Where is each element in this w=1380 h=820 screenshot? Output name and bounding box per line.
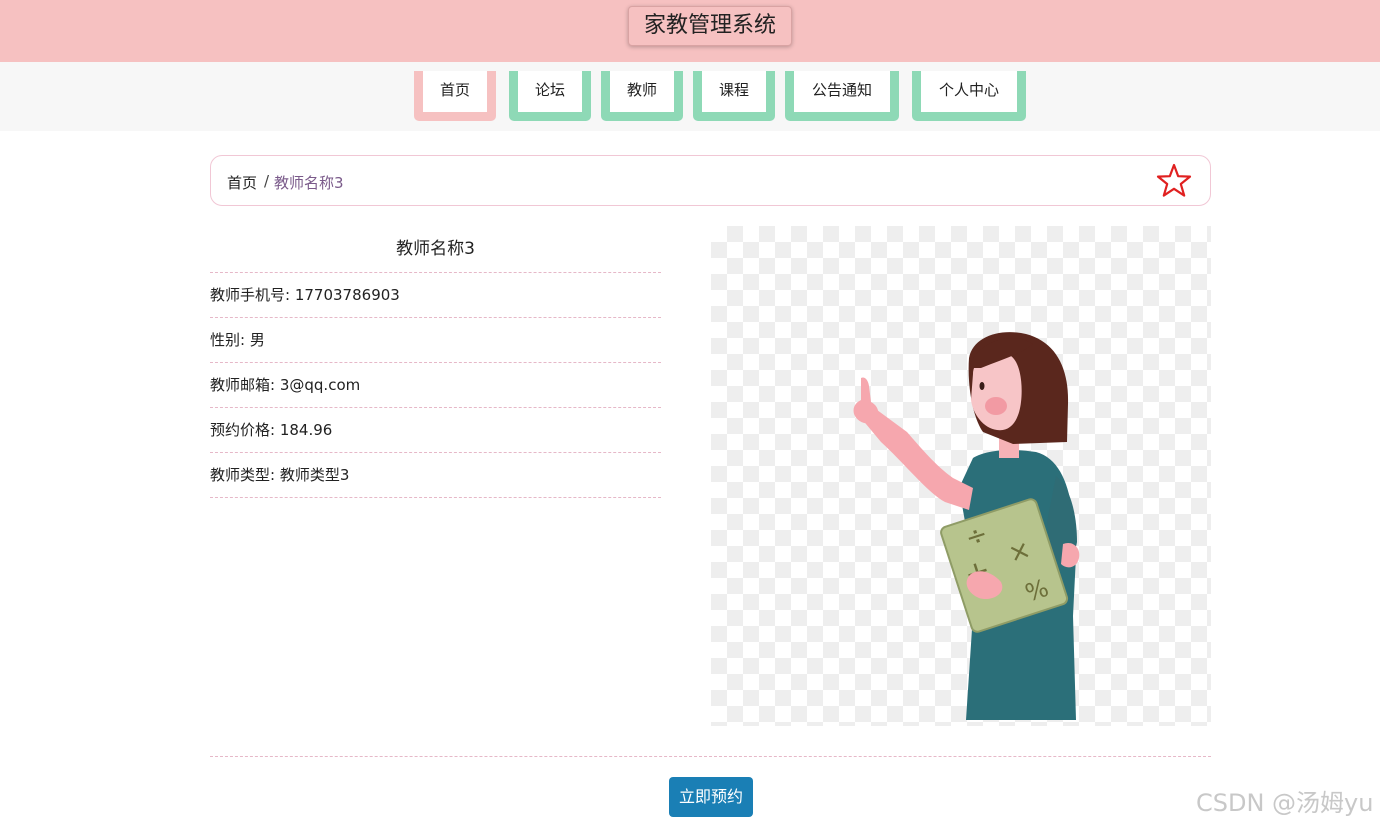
teacher-info-panel: 教师名称3 教师手机号: 17703786903 性别: 男 教师邮箱: 3@q…: [210, 226, 661, 498]
nav-item-course[interactable]: 课程: [693, 71, 775, 121]
top-header: 家教管理系统: [0, 0, 1380, 62]
info-row-gender: 性别: 男: [210, 318, 661, 363]
book-now-button[interactable]: 立即预约: [669, 777, 753, 817]
field-value: 教师类型3: [279, 466, 350, 484]
breadcrumb: 首页 / 教师名称3: [210, 155, 1211, 206]
nav-item-label: 公告通知: [794, 71, 890, 112]
star-outline-icon[interactable]: [1156, 163, 1192, 199]
field-value: 184.96: [279, 421, 333, 439]
info-row-phone: 教师手机号: 17703786903: [210, 273, 661, 318]
app-title: 家教管理系统: [628, 6, 792, 46]
nav-item-label: 论坛: [518, 71, 582, 112]
nav-item-profile[interactable]: 个人中心: [912, 71, 1026, 121]
nav-item-notice[interactable]: 公告通知: [785, 71, 899, 121]
info-row-type: 教师类型: 教师类型3: [210, 453, 661, 498]
teacher-name: 教师名称3: [210, 226, 661, 273]
info-row-email: 教师邮箱: 3@qq.com: [210, 363, 661, 408]
main-nav: 首页 论坛 教师 课程 公告通知 个人中心: [0, 62, 1380, 131]
field-label: 教师邮箱: [210, 376, 271, 394]
breadcrumb-home-link[interactable]: 首页: [227, 172, 257, 193]
nav-item-label: 个人中心: [921, 71, 1017, 112]
field-label: 教师类型: [210, 466, 271, 484]
nav-item-label: 课程: [702, 71, 766, 112]
teacher-photo: ÷ + × %: [711, 226, 1211, 726]
field-label: 预约价格: [210, 421, 271, 439]
field-value: 3@qq.com: [279, 376, 361, 394]
field-label: 性别: [210, 331, 241, 349]
field-value: 男: [249, 331, 265, 349]
field-label: 教师手机号: [210, 286, 286, 304]
breadcrumb-current: 教师名称3: [274, 174, 344, 192]
nav-item-teacher[interactable]: 教师: [601, 71, 683, 121]
info-row-price: 预约价格: 184.96: [210, 408, 661, 453]
teacher-illustration: ÷ + × %: [853, 332, 1080, 720]
field-value: 17703786903: [294, 286, 400, 304]
breadcrumb-separator: /: [264, 172, 270, 190]
nav-item-label: 教师: [610, 71, 674, 112]
section-divider: [210, 756, 1211, 757]
nav-item-home[interactable]: 首页: [414, 71, 496, 121]
nav-item-forum[interactable]: 论坛: [509, 71, 591, 121]
nav-item-label: 首页: [423, 71, 487, 112]
watermark-label: CSDN @汤姆yu: [1196, 789, 1374, 817]
